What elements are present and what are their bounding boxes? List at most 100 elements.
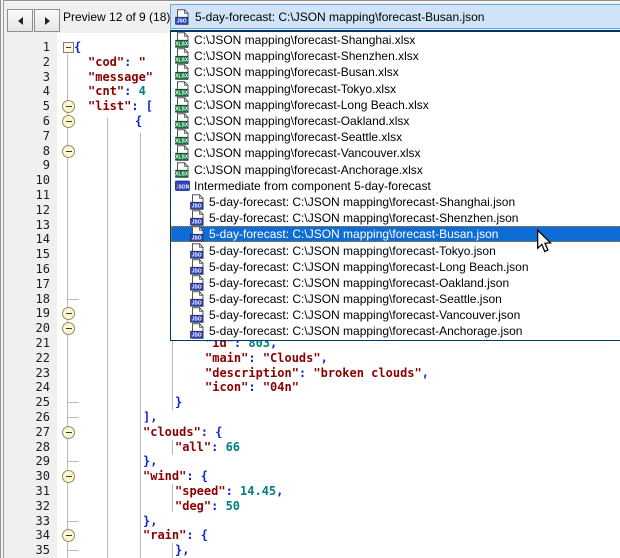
indent-guide <box>172 440 173 455</box>
line-number-gutter: 1234567891011121314151617181920212223242… <box>0 33 57 558</box>
dropdown-item[interactable]: JSO 5-day-forecast: C:\JSON mapping\fore… <box>171 307 620 323</box>
svg-text:XLSX: XLSX <box>175 58 189 64</box>
xlsx-file-icon: XLSX <box>175 81 190 97</box>
code-line: "all": 66 <box>175 440 240 455</box>
json-punct-token: : <box>226 484 240 498</box>
fold-marker-collapse[interactable] <box>62 529 75 542</box>
dropdown-item[interactable]: JSO 5-day-forecast: C:\JSON mapping\fore… <box>171 259 620 275</box>
dropdown-item[interactable]: JSO 5-day-forecast: C:\JSON mapping\fore… <box>171 323 620 339</box>
code-line: "list": [ <box>88 99 153 114</box>
json-file-icon: JSO <box>190 291 205 307</box>
dropdown-item-label: C:\JSON mapping\forecast-Long Beach.xlsx <box>194 98 429 112</box>
code-line: { <box>74 40 81 55</box>
dropdown-item-label: C:\JSON mapping\forecast-Busan.xlsx <box>194 65 399 79</box>
dropdown-item-label: C:\JSON mapping\forecast-Shenzhen.xlsx <box>194 49 419 63</box>
json-number-token: 4 <box>139 84 146 98</box>
minus-icon <box>66 121 72 122</box>
line-number: 1 <box>0 40 50 55</box>
json-number-token: 66 <box>226 440 240 454</box>
line-number: 6 <box>0 114 50 129</box>
dropdown-item[interactable]: JSO 5-day-forecast: C:\JSON mapping\fore… <box>171 210 620 226</box>
svg-text:JSO: JSO <box>192 220 202 226</box>
code-line: "main": "Clouds", <box>205 351 328 366</box>
code-line: "deg": 50 <box>175 499 240 514</box>
xlsx-file-icon: XLSX <box>175 97 190 113</box>
dropdown-item[interactable]: JSO 5-day-forecast: C:\JSON mapping\fore… <box>171 291 620 307</box>
dropdown-item[interactable]: XLSX C:\JSON mapping\forecast-Anchorage.… <box>171 162 620 178</box>
fold-marker-collapse[interactable] <box>62 100 75 113</box>
json-string-token: "main" <box>205 351 248 365</box>
svg-text:XLSX: XLSX <box>175 74 189 80</box>
json-string-token: "wind" <box>143 469 186 483</box>
json-preview-pane: Preview 12 of 9 (18) 1234567891011121314… <box>0 0 620 558</box>
dropdown-item-label: C:\JSON mapping\forecast-Shanghai.xlsx <box>194 33 415 47</box>
code-line: } <box>175 395 182 410</box>
next-preview-button[interactable] <box>34 9 60 32</box>
dropdown-item-label: 5-day-forecast: C:\JSON mapping\forecast… <box>209 244 496 258</box>
line-number: 11 <box>0 188 50 203</box>
dropdown-item[interactable]: XLSX C:\JSON mapping\forecast-Tokyo.xlsx <box>171 81 620 97</box>
dropdown-item[interactable]: XLSX C:\JSON mapping\forecast-Seattle.xl… <box>171 129 620 145</box>
svg-text:JSO: JSO <box>192 236 202 242</box>
line-number: 31 <box>0 484 50 499</box>
line-number: 3 <box>0 70 50 85</box>
dropdown-item-label: 5-day-forecast: C:\JSON mapping\forecast… <box>209 276 509 290</box>
fold-marker-collapse[interactable] <box>62 470 75 483</box>
dropdown-item[interactable]: XLSX C:\JSON mapping\forecast-Busan.xlsx <box>171 64 620 80</box>
fold-marker-collapse[interactable] <box>62 307 75 320</box>
dropdown-item[interactable]: XLSX C:\JSON mapping\forecast-Oakland.xl… <box>171 113 620 129</box>
fold-marker-collapse[interactable] <box>62 145 75 158</box>
fold-end-tick <box>68 550 79 551</box>
dropdown-item-label: 5-day-forecast: C:\JSON mapping\forecast… <box>209 211 518 225</box>
preview-source-combobox[interactable]: JSO 5-day-forecast: C:\JSON mapping\fore… <box>170 4 620 29</box>
preview-source-dropdown-list: XLSX C:\JSON mapping\forecast-Shanghai.x… <box>170 30 620 341</box>
svg-text:XLSX: XLSX <box>175 107 189 113</box>
minus-icon <box>66 47 71 48</box>
json-number-token: 50 <box>226 499 240 513</box>
dropdown-item[interactable]: JSO 5-day-forecast: C:\JSON mapping\fore… <box>171 242 620 258</box>
svg-text:JSO: JSO <box>192 317 202 323</box>
previous-preview-button[interactable] <box>7 9 33 32</box>
json-punct-token: }, <box>143 454 157 468</box>
xlsx-file-icon: XLSX <box>175 64 190 80</box>
fold-end-tick <box>68 299 79 300</box>
dropdown-item[interactable]: JSO 5-day-forecast: C:\JSON mapping\fore… <box>171 275 620 291</box>
line-number: 33 <box>0 514 50 529</box>
svg-text:JSO: JSO <box>177 18 187 24</box>
dropdown-item-label: Intermediate from component 5-day-foreca… <box>194 179 431 193</box>
fold-end-tick <box>68 417 79 418</box>
line-number: 10 <box>0 173 50 188</box>
indent-guide <box>172 484 173 512</box>
line-number: 26 <box>0 410 50 425</box>
line-number: 5 <box>0 99 50 114</box>
line-number: 8 <box>0 144 50 159</box>
dropdown-item-label: C:\JSON mapping\forecast-Tokyo.xlsx <box>194 82 396 96</box>
json-string-token: "message" <box>88 70 153 84</box>
dropdown-item[interactable]: JSO 5-day-forecast: C:\JSON mapping\fore… <box>171 194 620 210</box>
dropdown-item[interactable]: XLSX C:\JSON mapping\forecast-Vancouver.… <box>171 145 620 161</box>
svg-text:XLSX: XLSX <box>175 139 189 145</box>
svg-text:JSO: JSO <box>192 204 202 210</box>
minus-icon <box>66 328 72 329</box>
fold-marker-collapse[interactable] <box>62 322 75 335</box>
dropdown-item[interactable]: XLSX C:\JSON mapping\forecast-Shanghai.x… <box>171 32 620 48</box>
line-number: 35 <box>0 543 50 558</box>
dropdown-item[interactable]: XLSX C:\JSON mapping\forecast-Long Beach… <box>171 97 620 113</box>
json-string-token: "speed" <box>175 484 226 498</box>
dropdown-item[interactable]: JSON Intermediate from component 5-day-f… <box>171 178 620 194</box>
dropdown-item[interactable]: XLSX C:\JSON mapping\forecast-Shenzhen.x… <box>171 48 620 64</box>
json-file-icon: JSO <box>190 210 205 226</box>
json-punct-token: : <box>124 84 138 98</box>
fold-marker-collapse[interactable] <box>63 42 74 53</box>
dropdown-item-label: 5-day-forecast: C:\JSON mapping\forecast… <box>209 308 520 322</box>
json-string-token: "clouds" <box>143 425 201 439</box>
indent-guide <box>172 341 173 410</box>
fold-marker-collapse[interactable] <box>62 115 75 128</box>
dropdown-item-label: C:\JSON mapping\forecast-Anchorage.xlsx <box>194 163 423 177</box>
dropdown-item[interactable]: JSO 5-day-forecast: C:\JSON mapping\fore… <box>171 226 620 242</box>
minus-icon <box>66 432 72 433</box>
line-number: 25 <box>0 395 50 410</box>
json-file-icon: JSO <box>190 243 205 259</box>
code-line: "rain": { <box>143 528 208 543</box>
fold-marker-collapse[interactable] <box>62 426 75 439</box>
